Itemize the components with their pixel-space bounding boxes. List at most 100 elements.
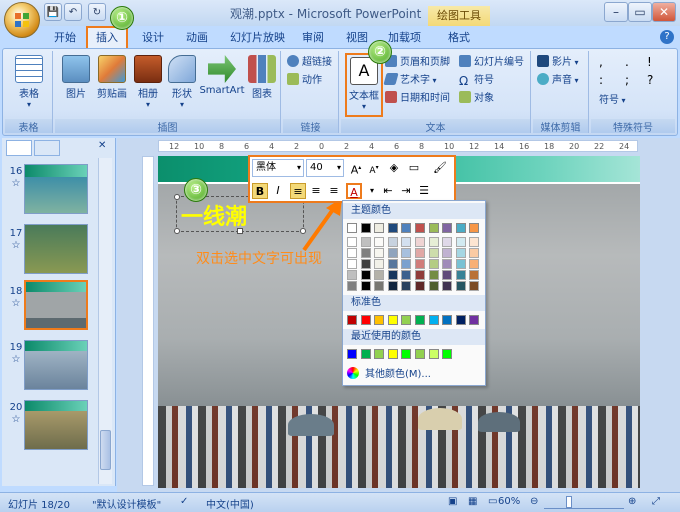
tab-animation[interactable]: 动画: [178, 28, 216, 48]
color-swatch[interactable]: [415, 259, 425, 269]
char-exclamation[interactable]: !: [647, 55, 652, 69]
hyperlink-button[interactable]: 超链接: [287, 55, 332, 71]
color-swatch[interactable]: [360, 248, 371, 258]
color-swatch[interactable]: [455, 270, 466, 280]
sound-button[interactable]: 声音 ▾: [537, 73, 579, 89]
color-swatch[interactable]: [428, 281, 439, 291]
color-swatch[interactable]: [401, 349, 412, 359]
shrink-font-icon[interactable]: A▾: [366, 160, 382, 176]
more-colors-item[interactable]: 其他颜色(M)...: [347, 367, 481, 383]
align-center-icon[interactable]: ≡: [308, 183, 324, 199]
color-swatch[interactable]: [374, 315, 385, 325]
special-symbol-button[interactable]: 符号 ▾: [599, 93, 626, 109]
color-swatch[interactable]: [347, 248, 357, 258]
language-indicator[interactable]: 中文(中国): [206, 496, 254, 511]
color-swatch[interactable]: [360, 259, 371, 269]
spellcheck-icon[interactable]: ✓: [180, 496, 188, 507]
tab-review[interactable]: 审阅: [294, 28, 332, 48]
color-swatch[interactable]: [415, 349, 425, 359]
table-button[interactable]: 表格 ▾: [10, 53, 48, 109]
color-swatch[interactable]: [415, 281, 425, 291]
tab-slideshow[interactable]: 幻灯片放映: [222, 28, 293, 48]
color-swatch[interactable]: [442, 248, 453, 258]
grow-font-icon[interactable]: A▴: [348, 160, 364, 177]
decrease-indent-icon[interactable]: ⇤: [380, 183, 396, 199]
zoom-slider[interactable]: [544, 497, 624, 509]
tab-home[interactable]: 开始: [46, 28, 84, 48]
tab-design[interactable]: 设计: [134, 28, 172, 48]
color-swatch[interactable]: [374, 237, 385, 247]
color-swatch[interactable]: [374, 281, 385, 291]
slide-thumbnail-17[interactable]: [24, 224, 88, 274]
object-button[interactable]: 对象: [459, 91, 494, 107]
close-button[interactable]: ✕: [652, 2, 676, 22]
slide-thumbnail-20[interactable]: [24, 400, 88, 450]
color-swatch[interactable]: [401, 270, 412, 280]
resize-handle[interactable]: [237, 228, 243, 234]
normal-view-icon[interactable]: ▣: [448, 496, 457, 507]
char-colon[interactable]: :: [599, 73, 603, 87]
slide-thumbnail-18[interactable]: [24, 280, 88, 330]
album-button[interactable]: 相册 ▾: [129, 53, 167, 109]
outline-icon[interactable]: ▭: [406, 160, 422, 176]
save-icon[interactable]: 💾: [44, 3, 62, 21]
char-comma[interactable]: ,: [599, 55, 603, 69]
color-swatch[interactable]: [360, 270, 371, 280]
slideshow-view-icon[interactable]: ▭: [488, 496, 497, 507]
shapes-button[interactable]: 形状 ▾: [163, 53, 201, 109]
color-swatch[interactable]: [387, 248, 398, 258]
color-swatch[interactable]: [415, 315, 425, 325]
italic-icon[interactable]: I: [270, 183, 286, 199]
color-swatch[interactable]: [387, 281, 398, 291]
wordart-button[interactable]: 艺术字 ▾: [383, 73, 437, 89]
slide-title-text[interactable]: 一线潮: [181, 199, 247, 231]
action-button[interactable]: 动作: [287, 73, 322, 89]
fill-bucket-icon[interactable]: ◈: [386, 160, 402, 176]
symbol-button[interactable]: Ω 符号: [459, 73, 494, 89]
pane-scrollbar[interactable]: [98, 158, 112, 484]
color-swatch[interactable]: [455, 248, 466, 258]
color-swatch[interactable]: [415, 237, 425, 247]
color-swatch[interactable]: [428, 270, 439, 280]
color-swatch[interactable]: [442, 237, 453, 247]
movie-button[interactable]: 影片 ▾: [537, 55, 579, 71]
color-swatch[interactable]: [360, 223, 371, 233]
color-swatch[interactable]: [347, 315, 357, 325]
slide-thumbnail-19[interactable]: [24, 340, 88, 390]
color-swatch[interactable]: [401, 248, 412, 258]
slide-thumbnail-16[interactable]: [24, 164, 88, 214]
color-swatch[interactable]: [347, 349, 357, 359]
color-swatch[interactable]: [387, 349, 398, 359]
color-swatch[interactable]: [360, 349, 371, 359]
fit-window-icon[interactable]: ⤢: [652, 496, 660, 507]
zoom-out-icon[interactable]: ⊖: [530, 496, 538, 507]
color-swatch[interactable]: [401, 237, 412, 247]
color-swatch[interactable]: [347, 270, 357, 280]
color-swatch[interactable]: [442, 349, 453, 359]
color-swatch[interactable]: [415, 270, 425, 280]
color-swatch[interactable]: [469, 270, 480, 280]
color-swatch[interactable]: [442, 281, 453, 291]
char-semicolon[interactable]: ;: [625, 73, 629, 87]
color-swatch[interactable]: [374, 349, 385, 359]
color-swatch[interactable]: [360, 315, 371, 325]
color-swatch[interactable]: [387, 259, 398, 269]
resize-handle[interactable]: [174, 194, 180, 200]
increase-indent-icon[interactable]: ⇥: [398, 183, 414, 199]
color-swatch[interactable]: [455, 315, 466, 325]
align-left-icon[interactable]: ≡: [290, 183, 306, 199]
undo-icon[interactable]: ↶: [64, 3, 82, 21]
color-swatch[interactable]: [469, 223, 480, 233]
font-color-icon[interactable]: A: [346, 183, 362, 199]
color-swatch[interactable]: [442, 270, 453, 280]
datetime-button[interactable]: 日期和时间: [385, 91, 450, 107]
color-swatch[interactable]: [401, 281, 412, 291]
color-swatch[interactable]: [428, 237, 439, 247]
color-swatch[interactable]: [442, 223, 453, 233]
color-swatch[interactable]: [442, 259, 453, 269]
color-swatch[interactable]: [374, 270, 385, 280]
pane-scroll-thumb[interactable]: [100, 430, 111, 470]
char-period[interactable]: .: [625, 55, 629, 69]
font-color-dropdown[interactable]: ▾: [364, 183, 380, 199]
picture-button[interactable]: 图片: [57, 53, 95, 100]
